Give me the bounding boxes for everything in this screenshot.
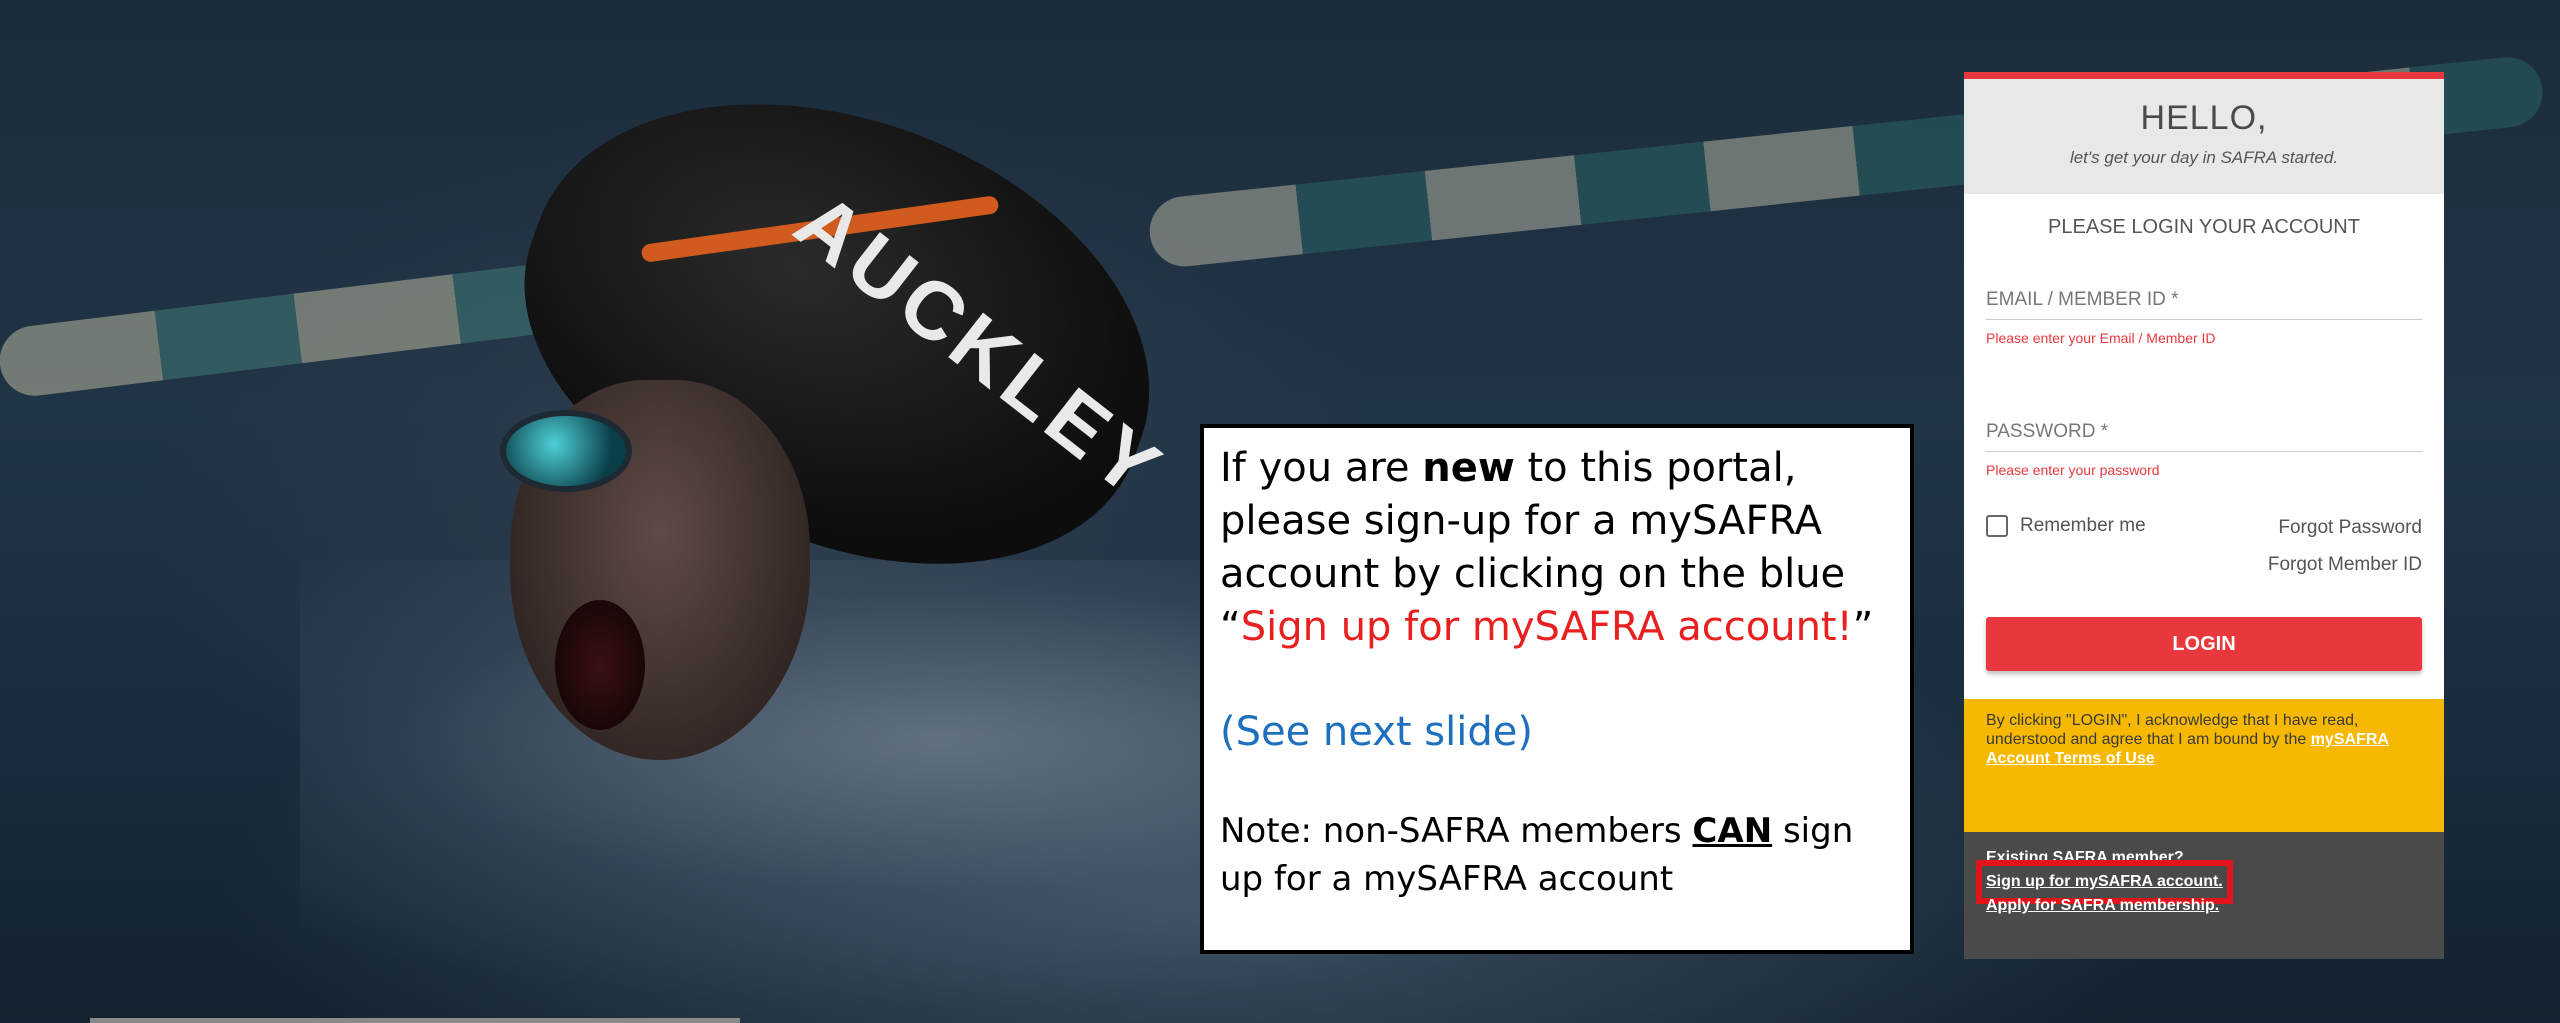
email-error: Please enter your Email / Member ID xyxy=(1986,330,2216,346)
swimmer-mouth xyxy=(555,600,645,730)
callout-paragraph: If you are new to this portal, please si… xyxy=(1220,442,1894,654)
swim-goggle xyxy=(500,410,632,492)
remember-me[interactable]: Remember me xyxy=(1986,515,2146,537)
email-field[interactable]: EMAIL / MEMBER ID * Please enter your Em… xyxy=(1986,289,2422,346)
callout-note-can: CAN xyxy=(1692,811,1773,851)
existing-member-text: Existing SAFRA member? xyxy=(1986,849,2184,866)
hello-tagline: let's get your day in SAFRA started. xyxy=(2069,148,2339,167)
forgot-password-link[interactable]: Forgot Password xyxy=(2278,517,2422,539)
email-label[interactable]: EMAIL / MEMBER ID * xyxy=(1986,289,2422,320)
signup-link[interactable]: Sign up for mySAFRA account. xyxy=(1976,860,2233,904)
password-label[interactable]: PASSWORD * xyxy=(1986,421,2422,452)
callout-note-prefix: Note: non-SAFRA members xyxy=(1220,811,1693,851)
login-panel: HELLO, let's get your day in SAFRA start… xyxy=(1964,72,2444,959)
terms-text: By clicking "LOGIN", I acknowledge that … xyxy=(1986,712,2359,748)
instruction-callout: If you are new to this portal, please si… xyxy=(1200,424,1914,954)
greeting-header: HELLO, let's get your day in SAFRA start… xyxy=(1964,79,2444,194)
member-links: Existing SAFRA member? Sign up for mySAF… xyxy=(1964,832,2444,959)
callout-text-1: If you are xyxy=(1220,445,1423,491)
callout-text-3: ” xyxy=(1852,604,1874,650)
forgot-member-id-link[interactable]: Forgot Member ID xyxy=(2268,554,2422,576)
bottom-strip xyxy=(90,1018,740,1023)
password-error: Please enter your password xyxy=(1986,462,2160,478)
hello-title: HELLO, xyxy=(2140,99,2268,137)
callout-new-bold: new xyxy=(1422,445,1515,491)
callout-note: Note: non-SAFRA members CAN sign up for … xyxy=(1220,807,1894,903)
callout-see-next: (See next slide) xyxy=(1220,709,1533,755)
apply-membership-link[interactable]: Apply for SAFRA membership. xyxy=(1986,894,2219,918)
password-field[interactable]: PASSWORD * Please enter your password xyxy=(1986,421,2422,478)
callout-signup-red: Sign up for mySAFRA account! xyxy=(1240,604,1853,650)
remember-label[interactable]: Remember me xyxy=(2020,515,2146,537)
terms-notice: By clicking "LOGIN", I acknowledge that … xyxy=(1964,699,2444,832)
remember-checkbox[interactable] xyxy=(1986,515,2008,537)
login-button[interactable]: LOGIN xyxy=(1986,617,2422,671)
login-heading: PLEASE LOGIN YOUR ACCOUNT xyxy=(2048,216,2360,238)
